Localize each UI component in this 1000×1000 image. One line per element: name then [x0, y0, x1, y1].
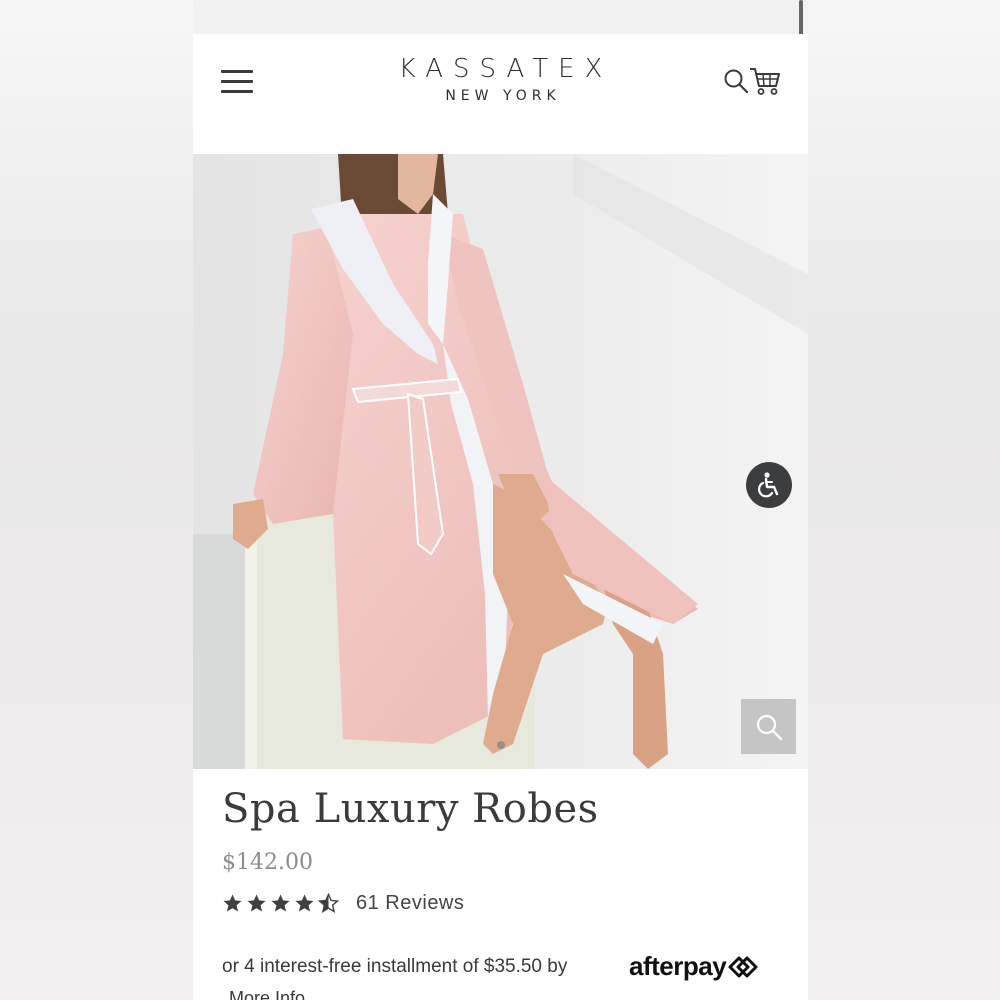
- carousel-dot[interactable]: [497, 741, 505, 749]
- afterpay-logo-text: afterpay: [629, 951, 727, 981]
- star-icon: [271, 894, 290, 912]
- background-right: [808, 0, 1000, 1000]
- brand-logo[interactable]: KASSATEX NEW YORK: [193, 54, 808, 104]
- search-icon[interactable]: [723, 68, 749, 94]
- star-icon: [318, 893, 339, 913]
- product-title: Spa Luxury Robes: [222, 786, 599, 832]
- star-icon: [247, 894, 266, 912]
- more-info-link[interactable]: More Info: [229, 988, 305, 1000]
- brand-name: KASSATEX: [398, 54, 613, 84]
- star-icon: [295, 894, 314, 912]
- site-header: KASSATEX NEW YORK: [193, 34, 808, 154]
- top-strip: [193, 0, 808, 34]
- cart-icon[interactable]: [749, 66, 781, 96]
- background-left: [0, 0, 193, 1000]
- reviews-link[interactable]: 61 Reviews: [356, 892, 464, 915]
- mobile-page: KASSATEX NEW YORK Spa Luxury Robes $142.…: [193, 0, 808, 1000]
- star-icon: [223, 894, 242, 912]
- product-image[interactable]: [193, 154, 808, 769]
- product-price: $142.00: [222, 850, 313, 875]
- afterpay-arrows-icon: [728, 956, 758, 977]
- star-rating[interactable]: [222, 893, 339, 914]
- afterpay-logo: afterpay: [629, 951, 760, 982]
- accessibility-icon[interactable]: [746, 462, 792, 508]
- afterpay-installment-text: or 4 interest-free installment of $35.50…: [222, 956, 568, 977]
- brand-subtitle: NEW YORK: [445, 88, 561, 104]
- zoom-icon[interactable]: [741, 699, 796, 754]
